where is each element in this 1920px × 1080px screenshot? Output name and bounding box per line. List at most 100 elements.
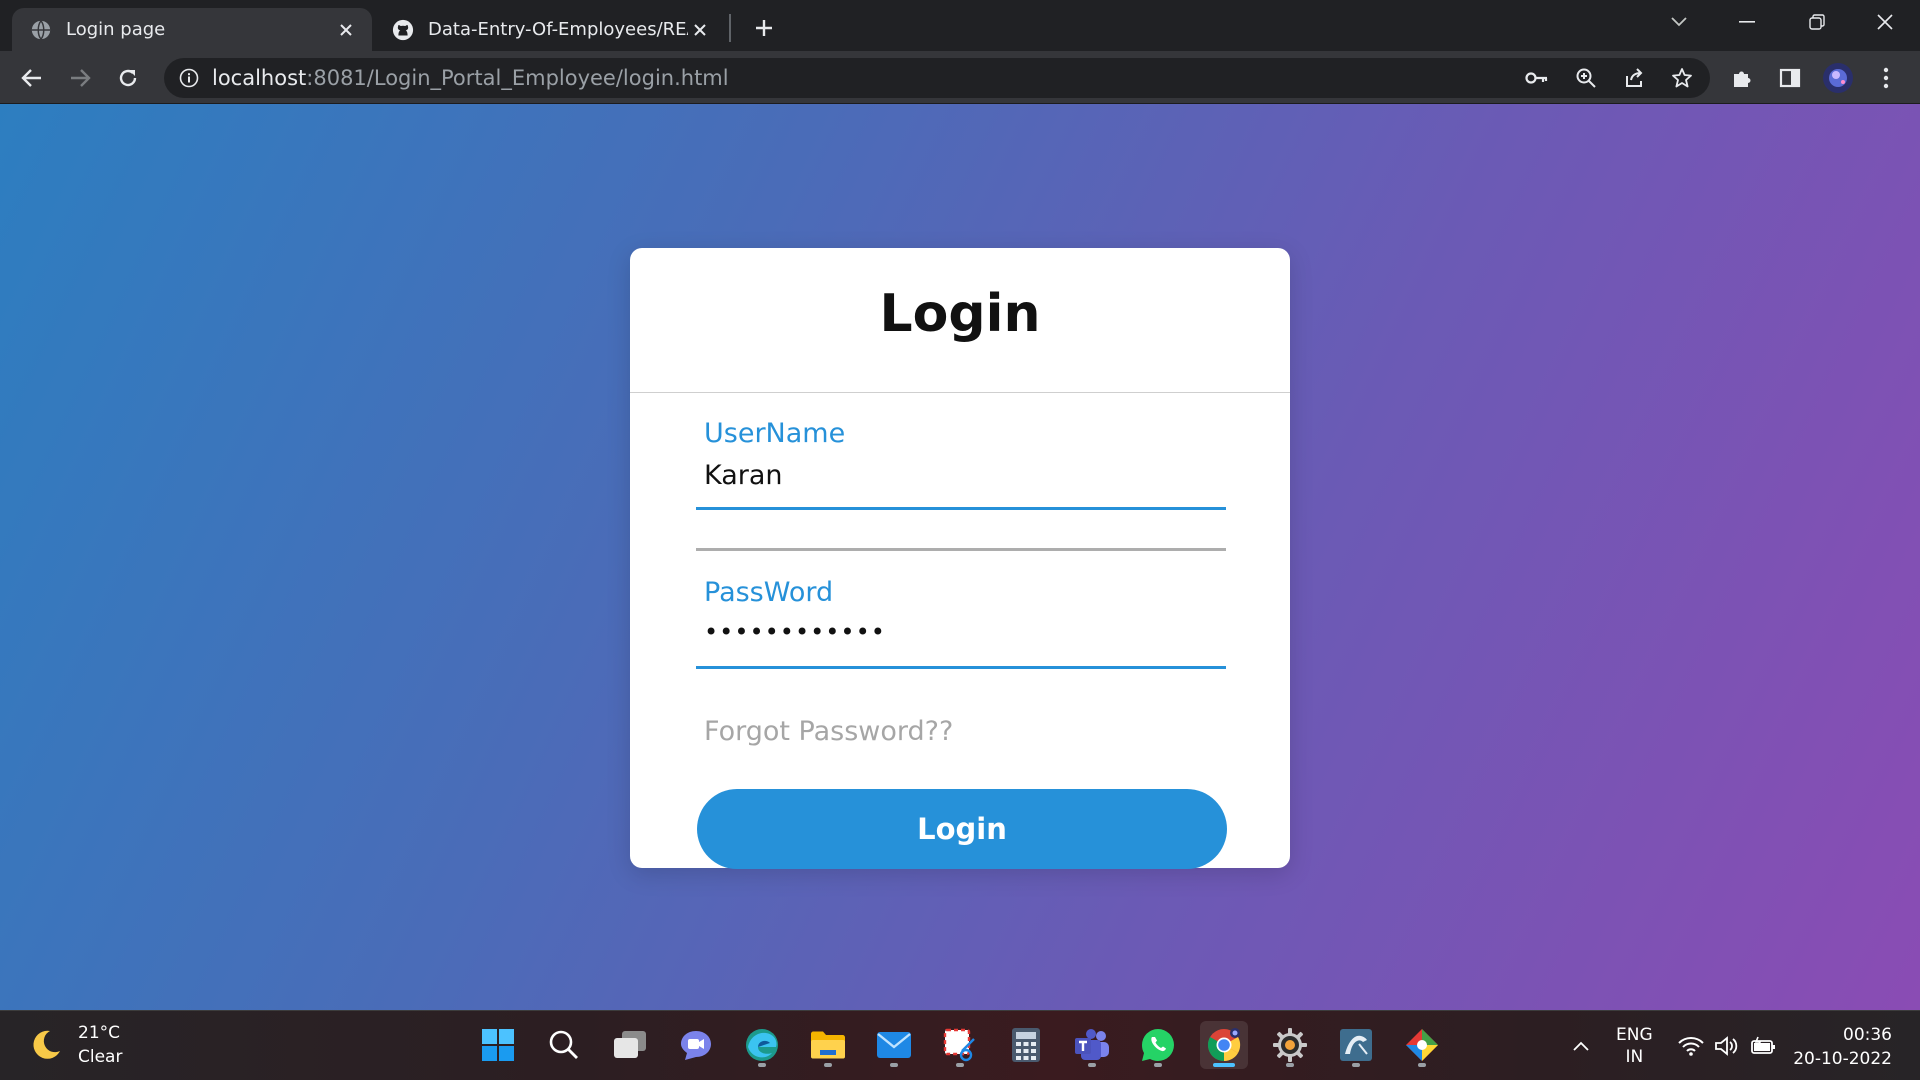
volume-icon [1715, 1036, 1738, 1056]
password-input[interactable]: •••••••••••• [704, 618, 886, 646]
card-divider [630, 392, 1290, 393]
login-card: Login UserName Karan PassWord ••••••••••… [630, 248, 1290, 869]
language-indicator[interactable]: ENG IN [1616, 1011, 1653, 1080]
url-text[interactable]: localhost:8081/Login_Portal_Employee/log… [212, 66, 729, 90]
mail-icon [877, 1032, 911, 1058]
file-explorer-button[interactable] [804, 1021, 852, 1069]
show-hidden-icons-button[interactable] [1572, 1011, 1590, 1080]
close-tab-icon[interactable] [688, 18, 712, 42]
wifi-status[interactable] [1678, 1011, 1704, 1080]
weather-widget[interactable]: 21°C Clear [28, 1021, 122, 1069]
puzzle-icon [1734, 71, 1751, 87]
arrow-left-icon [21, 69, 41, 87]
running-indicator [890, 1063, 898, 1067]
language-line1: ENG [1616, 1025, 1653, 1045]
taskbar-search-button[interactable] [540, 1021, 588, 1069]
chrome-menu-button[interactable] [1868, 60, 1904, 96]
tab-github-readme[interactable]: Data-Entry-Of-Employees/READM [374, 8, 726, 51]
windows-taskbar: 21°C Clear ENG IN 00:36 20-10-2022 [0, 1010, 1920, 1080]
battery-status[interactable] [1750, 1011, 1778, 1080]
diamond-app-icon [1406, 1029, 1438, 1061]
bookmark-star-icon[interactable] [1664, 60, 1700, 96]
calculator-button[interactable] [1002, 1021, 1050, 1069]
running-indicator [1352, 1063, 1360, 1067]
url-path: :8081/Login_Portal_Employee/login.html [306, 66, 729, 90]
close-tab-icon[interactable] [334, 18, 358, 42]
tab-separator [729, 14, 731, 42]
globe-icon [31, 19, 51, 40]
password-key-icon[interactable] [1519, 60, 1555, 96]
mysql-workbench-button[interactable] [1332, 1021, 1380, 1069]
profile-avatar[interactable] [1820, 60, 1856, 96]
teams-button[interactable] [1068, 1021, 1116, 1069]
whatsapp-button[interactable] [1134, 1021, 1182, 1069]
close-window-button[interactable] [1856, 0, 1914, 44]
reload-icon [119, 69, 137, 87]
edge-button[interactable] [738, 1021, 786, 1069]
snipping-tool-icon [943, 1028, 975, 1062]
password-label: PassWord [704, 577, 834, 608]
settings-button[interactable] [1266, 1021, 1314, 1069]
running-indicator [956, 1063, 964, 1067]
side-panel-icon [1779, 68, 1801, 88]
extensions-button[interactable] [1724, 60, 1760, 96]
whatsapp-icon [1142, 1029, 1174, 1061]
share-icon[interactable] [1616, 60, 1652, 96]
browser-toolbar: localhost:8081/Login_Portal_Employee/log… [0, 51, 1920, 104]
calculator-icon [1012, 1028, 1040, 1062]
tab-login-page[interactable]: Login page [12, 8, 372, 51]
battery-charging-icon [1751, 1036, 1775, 1054]
running-indicator [758, 1063, 766, 1067]
tab-title: Data-Entry-Of-Employees/READM [428, 19, 688, 40]
page-background: Login UserName Karan PassWord ••••••••••… [0, 104, 1920, 1010]
forgot-password-link[interactable]: Forgot Password?? [704, 716, 953, 747]
tab-strip: Login page Data-Entry-Of-Employees/READM [0, 0, 1920, 51]
running-indicator [1286, 1063, 1294, 1067]
chrome-icon [1207, 1028, 1241, 1062]
restore-button[interactable] [1788, 0, 1846, 44]
chevron-down-icon [1671, 17, 1687, 27]
side-panel-button[interactable] [1772, 60, 1808, 96]
mail-button[interactable] [870, 1021, 918, 1069]
tab-title: Login page [66, 19, 166, 40]
weather-condition: Clear [78, 1047, 123, 1067]
address-bar[interactable]: localhost:8081/Login_Portal_Employee/log… [164, 58, 1710, 98]
forward-button[interactable] [62, 60, 98, 96]
minimize-icon [1739, 21, 1755, 23]
arrow-right-icon [71, 69, 91, 87]
app-diamond-button[interactable] [1398, 1021, 1446, 1069]
task-view-icon [614, 1031, 646, 1058]
chevron-up-icon [1573, 1041, 1589, 1051]
login-button[interactable]: Login [697, 789, 1227, 869]
username-label: UserName [704, 418, 846, 449]
back-button[interactable] [14, 60, 50, 96]
password-underline [696, 666, 1226, 669]
gear-icon [1273, 1028, 1307, 1062]
start-button[interactable] [474, 1021, 522, 1069]
snipping-tool-button[interactable] [936, 1021, 984, 1069]
zoom-icon[interactable] [1568, 60, 1604, 96]
wifi-icon [1678, 1037, 1704, 1056]
new-tab-button[interactable] [748, 12, 780, 44]
task-view-button[interactable] [606, 1021, 654, 1069]
username-input[interactable]: Karan [704, 460, 783, 491]
language-line2: IN [1625, 1047, 1644, 1067]
plus-icon [756, 20, 772, 36]
search-icon [549, 1030, 578, 1059]
avatar-icon [1823, 63, 1853, 93]
tab-search-button[interactable] [1650, 0, 1708, 44]
reload-button[interactable] [110, 60, 146, 96]
minimize-button[interactable] [1718, 0, 1776, 44]
running-indicator [1154, 1063, 1162, 1067]
volume-status[interactable] [1714, 1011, 1740, 1080]
chat-icon [681, 1031, 711, 1060]
teams-chat-button[interactable] [672, 1021, 720, 1069]
clock-time: 00:36 [1843, 1025, 1892, 1045]
teams-icon [1075, 1029, 1109, 1060]
site-info-icon[interactable] [176, 65, 202, 91]
close-icon [1877, 14, 1893, 30]
windows-logo-icon [482, 1029, 514, 1061]
edge-icon [746, 1029, 778, 1061]
clock[interactable]: 00:36 20-10-2022 [1793, 1023, 1892, 1071]
chrome-button[interactable] [1200, 1021, 1248, 1069]
